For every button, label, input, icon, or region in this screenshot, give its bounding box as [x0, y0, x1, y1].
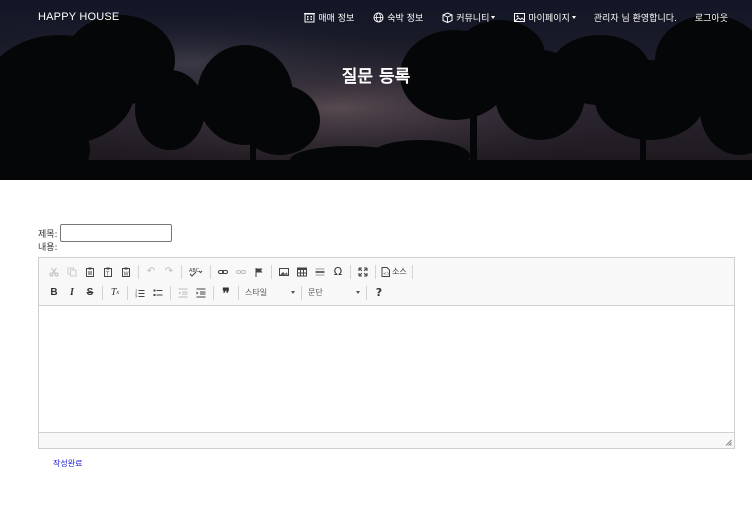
toolbar-separator: [138, 264, 139, 279]
page-title: 질문 등록: [341, 67, 411, 87]
brand-logo[interactable]: HAPPY HOUSE: [38, 11, 119, 23]
toolbar-separator: [127, 285, 128, 300]
toolbar-separator: [375, 264, 376, 279]
editor-toolbar: T W ↶ ↷ ABC Ω <> 소스 B I S T x 1 2 3 ❞ 스타…: [39, 258, 734, 306]
nav-item-community[interactable]: 커뮤니티: [441, 11, 496, 24]
welcome-text: 관리자 님 환영합니다.: [593, 14, 677, 24]
title-label: 제목:: [38, 229, 58, 240]
toolbar-row-1: T W ↶ ↷ ABC Ω <> 소스: [45, 261, 728, 282]
svg-text:W: W: [124, 271, 129, 277]
maximize-icon[interactable]: [354, 263, 372, 281]
bulleted-list-icon[interactable]: [149, 284, 167, 302]
remove-format-icon[interactable]: Tx: [106, 284, 124, 302]
toolbar-separator: [301, 285, 302, 300]
nav-label: 커뮤니티: [456, 14, 490, 24]
indent-icon[interactable]: [192, 284, 210, 302]
toolbar-separator: [210, 264, 211, 279]
night-sky-trees-image: [0, 0, 752, 180]
image-icon: [513, 12, 525, 24]
resize-handle-icon[interactable]: [725, 439, 732, 446]
style-combo-label: 스타일: [245, 288, 268, 297]
title-row: 제목:: [38, 224, 736, 242]
cut-icon[interactable]: [45, 263, 63, 281]
rich-text-editor: T W ↶ ↷ ABC Ω <> 소스 B I S T x 1 2 3 ❞ 스타…: [38, 257, 735, 449]
chevron-down-icon: [291, 291, 295, 294]
submit-link[interactable]: 작성완료: [53, 458, 82, 469]
globe-icon: [372, 12, 384, 24]
image-icon[interactable]: [275, 263, 293, 281]
toolbar-separator: [102, 285, 103, 300]
paste-text-icon[interactable]: T: [99, 263, 117, 281]
nav-label: 숙박 정보: [387, 14, 424, 24]
outdent-icon[interactable]: [174, 284, 192, 302]
format-combo-label: 문단: [308, 288, 323, 297]
toolbar-separator: [238, 285, 239, 300]
chevron-down-icon: [571, 16, 576, 19]
content-label: 내용:: [38, 243, 58, 253]
nav-item-lodging-info[interactable]: 숙박 정보: [372, 11, 423, 24]
paste-word-icon[interactable]: W: [117, 263, 135, 281]
nav-item-mypage[interactable]: 마이페이지: [513, 11, 576, 24]
unlink-icon[interactable]: [232, 263, 250, 281]
format-combo[interactable]: 문단: [305, 285, 363, 301]
toolbar-separator: [170, 285, 171, 300]
editor-content-area[interactable]: [39, 306, 734, 432]
toolbar-separator: [213, 285, 214, 300]
source-button[interactable]: <> 소스: [379, 266, 409, 277]
nav-item-trade-info[interactable]: 매매 정보: [303, 11, 354, 24]
spellcheck-icon[interactable]: ABC: [185, 263, 207, 281]
toolbar-separator: [411, 264, 413, 279]
table-icon[interactable]: [293, 263, 311, 281]
box-icon: [441, 12, 453, 24]
nav-label: 마이페이지: [528, 14, 570, 24]
help-icon[interactable]: ?: [370, 284, 388, 302]
toolbar-separator: [366, 285, 367, 300]
source-label: 소스: [392, 267, 407, 276]
top-nav: 매매 정보 숙박 정보 커뮤니티 마이페이지 관리자 님 환영합니다. 로그아웃: [285, 11, 728, 24]
numbered-list-icon[interactable]: 123: [131, 284, 149, 302]
title-input[interactable]: [59, 224, 172, 242]
svg-text:3: 3: [135, 294, 137, 298]
nav-label: 매매 정보: [318, 14, 355, 24]
copy-icon[interactable]: [63, 263, 81, 281]
horizontal-rule-icon[interactable]: [311, 263, 329, 281]
blockquote-icon[interactable]: ❞: [217, 284, 235, 302]
source-icon: <>: [381, 266, 390, 277]
toolbar-separator: [271, 264, 272, 279]
building-icon: [303, 12, 315, 24]
italic-icon[interactable]: I: [63, 284, 81, 302]
link-icon[interactable]: [214, 263, 232, 281]
special-char-icon[interactable]: Ω: [329, 263, 347, 281]
svg-text:<>: <>: [383, 271, 390, 277]
question-form: 제목: 내용: T W ↶ ↷ ABC Ω <> 소스 B I S T x 1 …: [38, 224, 736, 449]
redo-icon[interactable]: ↷: [160, 263, 178, 281]
logout-link[interactable]: 로그아웃: [695, 11, 728, 24]
toolbar-separator: [181, 264, 182, 279]
undo-icon[interactable]: ↶: [142, 263, 160, 281]
style-combo[interactable]: 스타일: [242, 285, 298, 301]
hero-banner: HAPPY HOUSE 매매 정보 숙박 정보 커뮤니티 마이페이지 관리자 님…: [0, 0, 752, 180]
bold-icon[interactable]: B: [45, 284, 63, 302]
chevron-down-icon: [356, 291, 360, 294]
strikethrough-icon[interactable]: S: [81, 284, 99, 302]
chevron-down-icon: [491, 16, 496, 19]
toolbar-separator: [350, 264, 351, 279]
paste-icon[interactable]: [81, 263, 99, 281]
anchor-flag-icon[interactable]: [250, 263, 268, 281]
editor-footer: [39, 432, 734, 448]
toolbar-row-2: B I S Tx 123 ❞ 스타일 문단 ?: [45, 282, 728, 303]
